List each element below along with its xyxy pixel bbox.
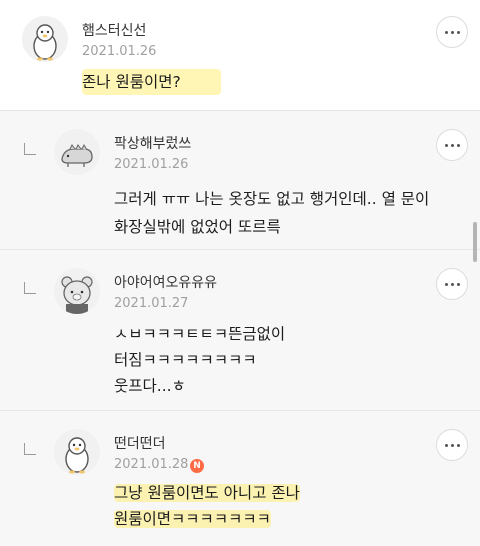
text-line: ㅅㅂㅋㅋㅋㅌㅌㅋ뜬금없이: [114, 325, 286, 343]
comment-author[interactable]: 팍상해부렀쓰: [114, 133, 191, 153]
scrollbar[interactable]: [473, 222, 477, 262]
comment-author[interactable]: 햄스터신선: [82, 20, 146, 40]
reply-arrow-icon: [24, 143, 36, 155]
comment-text: 존나 원룸이면?: [82, 69, 221, 95]
comment-author[interactable]: 떤더떤더: [114, 433, 166, 453]
comment-date: 2021.01.27: [114, 296, 189, 311]
penguin-icon: [33, 24, 57, 61]
more-dot: [456, 30, 460, 34]
reply-arrow-icon: [24, 443, 36, 455]
dinosaur-icon: [61, 143, 93, 167]
text-line: 웃프다...ㅎ: [114, 377, 186, 395]
more-options-button[interactable]: [436, 129, 468, 161]
comment-text: 그러게 ㅠㅠ 나는 옷장도 없고 행거인데.. 열 문이 화장실밖에 없었어 또…: [114, 187, 429, 239]
more-dot: [450, 143, 454, 147]
text-line: 원룸이면ㅋㅋㅋㅋㅋㅋㅋ: [114, 507, 300, 531]
more-dot: [450, 282, 454, 286]
more-dot: [444, 282, 448, 286]
reply-item: 팍상해부렀쓰 2021.01.26 그러게 ㅠㅠ 나는 옷장도 없고 행거인데.…: [0, 111, 480, 249]
comment-date: 2021.01.26: [82, 44, 157, 59]
bear-icon: [61, 276, 93, 314]
comment-text: 그냥 원룸이면도 아니고 존나 원룸이면ㅋㅋㅋㅋㅋㅋㅋ: [114, 481, 300, 531]
more-options-button[interactable]: [436, 16, 468, 48]
avatar[interactable]: [22, 16, 68, 62]
text-line: 화장실밖에 없었어 또르륵: [114, 218, 281, 236]
avatar[interactable]: [54, 429, 100, 475]
avatar[interactable]: [54, 129, 100, 175]
more-options-button[interactable]: [436, 429, 468, 461]
text-line: 터짐ㅋㅋㅋㅋㅋㅋㅋㅋ: [114, 351, 257, 369]
reply-arrow-icon: [24, 282, 36, 294]
more-dot: [456, 282, 460, 286]
more-dot: [444, 30, 448, 34]
more-dot: [444, 443, 448, 447]
comment-text: ㅅㅂㅋㅋㅋㅌㅌㅋ뜬금없이 터짐ㅋㅋㅋㅋㅋㅋㅋㅋ 웃프다...ㅎ: [114, 322, 285, 398]
reply-item: 떤더떤더 2021.01.28 N 그냥 원룸이면도 아니고 존나 원룸이면ㅋㅋ…: [0, 411, 480, 546]
text-line: 그냥 원룸이면도 아니고 존나: [114, 481, 300, 505]
more-dot: [450, 443, 454, 447]
comment-date: 2021.01.26: [114, 157, 189, 172]
new-badge: N: [190, 459, 204, 473]
text-line: 존나 원룸이면?: [82, 69, 221, 95]
more-dot: [444, 143, 448, 147]
more-dot: [456, 443, 460, 447]
reply-item: 아야어여오유유유 2021.01.27 ㅅㅂㅋㅋㅋㅌㅌㅋ뜬금없이 터짐ㅋㅋㅋㅋㅋ…: [0, 250, 480, 410]
penguin-icon: [65, 437, 89, 474]
more-dot: [456, 143, 460, 147]
text-line-highlighted: 그냥 원룸이면도 아니고 존나: [114, 484, 300, 502]
comment-item: 햄스터신선 2021.01.26 존나 원룸이면?: [0, 0, 480, 110]
comment-date: 2021.01.28: [114, 457, 189, 472]
more-dot: [450, 30, 454, 34]
more-options-button[interactable]: [436, 268, 468, 300]
comment-author[interactable]: 아야어여오유유유: [114, 272, 217, 292]
text-line-highlighted: 원룸이면ㅋㅋㅋㅋㅋㅋㅋ: [114, 510, 271, 528]
text-line: 그러게 ㅠㅠ 나는 옷장도 없고 행거인데.. 열 문이: [114, 190, 430, 208]
avatar[interactable]: [54, 268, 100, 314]
